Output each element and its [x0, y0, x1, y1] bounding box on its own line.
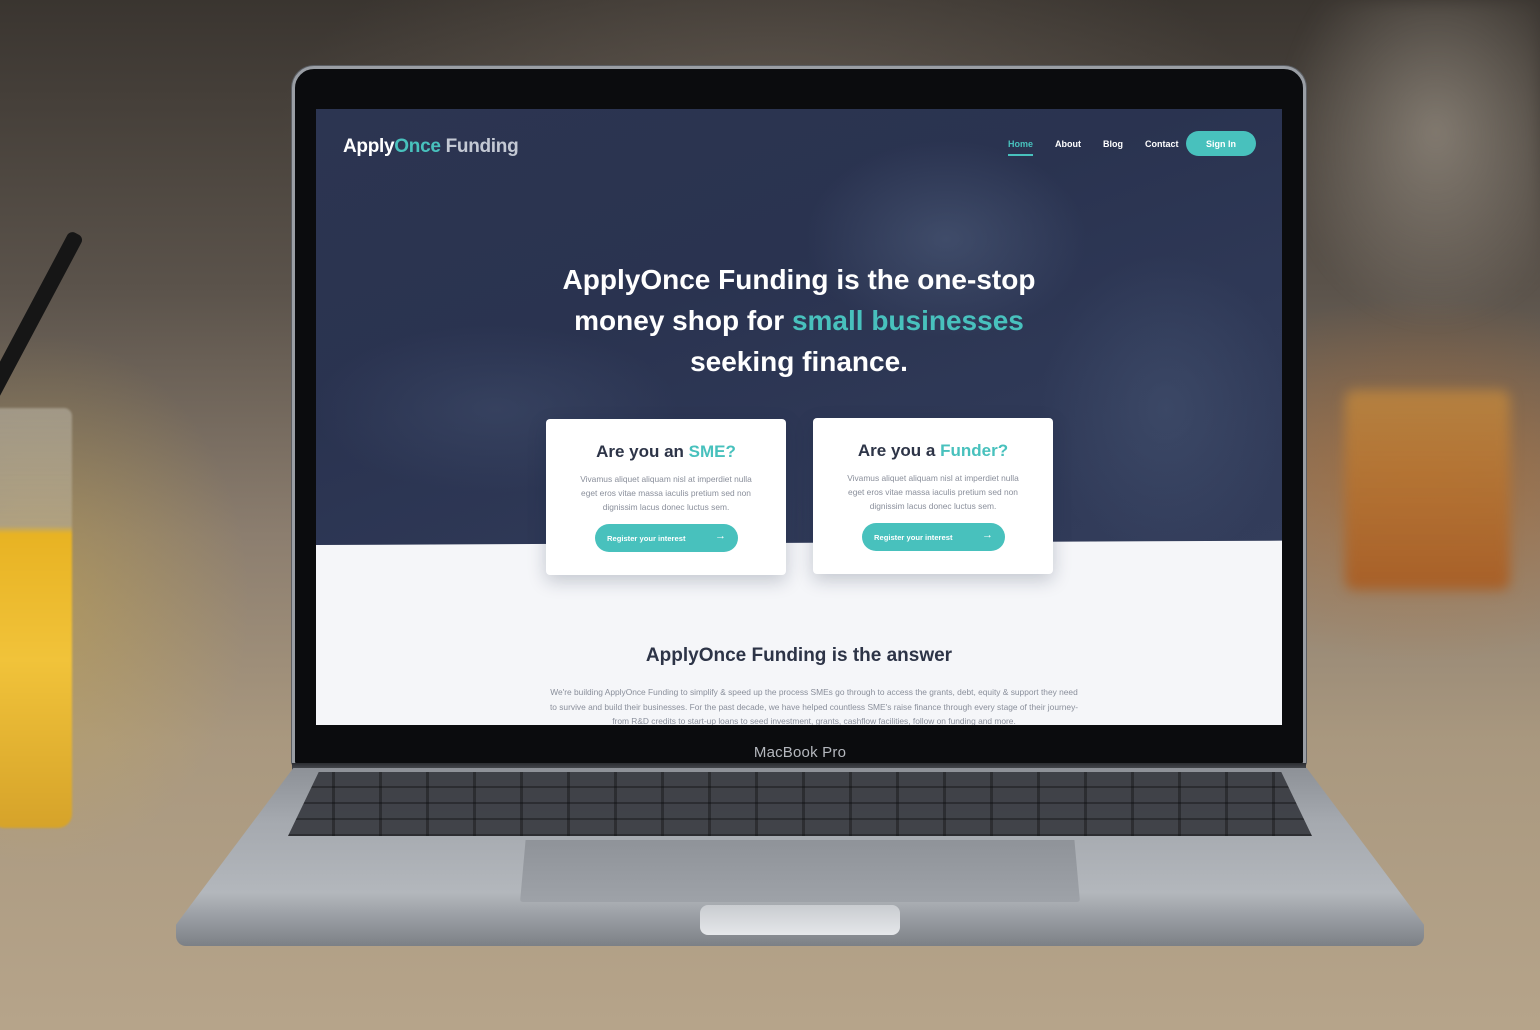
- logo-part-once: Once: [394, 136, 441, 157]
- sme-card: Are you an SME? Vivamus aliquet aliquam …: [546, 419, 786, 575]
- sme-register-button-label: Register your interest: [607, 533, 686, 543]
- laptop-trackpad[interactable]: [520, 840, 1080, 902]
- juice-glass: [0, 408, 72, 828]
- sme-card-body: Vivamus aliquet aliquam nisl at imperdie…: [580, 474, 752, 512]
- orange-drink-glass: [1345, 390, 1510, 590]
- arrow-right-icon: →: [982, 529, 993, 541]
- funder-card-title-pre: Are you a: [857, 441, 941, 460]
- hero-line-3: seeking finance.: [690, 346, 908, 377]
- nav-item-contact[interactable]: Contact: [1145, 139, 1179, 155]
- funder-card-title: Are you a Funder?: [813, 441, 1053, 461]
- funder-card-body: Vivamus aliquet aliquam nisl at imperdie…: [847, 473, 1019, 511]
- sme-card-title: Are you an SME?: [546, 442, 786, 462]
- nav-item-about[interactable]: About: [1055, 139, 1081, 155]
- laptop-screen: ApplyOnce Funding Home About Blog Contac…: [316, 109, 1282, 725]
- answer-section-title: ApplyOnce Funding is the answer: [645, 645, 953, 666]
- sme-register-button[interactable]: Register your interest →: [595, 524, 738, 552]
- site-logo[interactable]: ApplyOnce Funding: [343, 136, 519, 158]
- answer-section-body: We're building ApplyOnce Funding to simp…: [549, 687, 1079, 725]
- nav-item-home[interactable]: Home: [1008, 139, 1034, 156]
- funder-card-title-highlight: Funder?: [940, 441, 1009, 460]
- hero-line-1: ApplyOnce Funding is the one-stop: [562, 264, 1036, 295]
- hero-headline: ApplyOnce Funding is the one-stop money …: [516, 259, 1082, 382]
- main-nav: Home About Blog Contact: [1008, 139, 1201, 156]
- sme-card-title-highlight: SME?: [688, 442, 736, 461]
- laptop-brand-label: MacBook Pro: [753, 744, 847, 761]
- laptop-lid-notch: [700, 905, 900, 935]
- nav-item-blog[interactable]: Blog: [1103, 139, 1123, 155]
- sme-card-title-pre: Are you an: [596, 442, 689, 461]
- hero-line-2-pre: money shop for: [574, 305, 792, 336]
- sign-in-button[interactable]: Sign In: [1186, 131, 1256, 156]
- logo-part-apply: Apply: [343, 136, 395, 157]
- funder-register-button[interactable]: Register your interest →: [862, 523, 1005, 551]
- funder-card: Are you a Funder? Vivamus aliquet aliqua…: [813, 418, 1053, 574]
- logo-part-funding: Funding: [440, 136, 519, 157]
- laptop-keyboard: [288, 772, 1312, 836]
- background-blur: [1280, 0, 1540, 330]
- funder-register-button-label: Register your interest: [874, 532, 953, 542]
- arrow-right-icon: →: [715, 530, 726, 542]
- hero-highlight: small businesses: [791, 305, 1024, 336]
